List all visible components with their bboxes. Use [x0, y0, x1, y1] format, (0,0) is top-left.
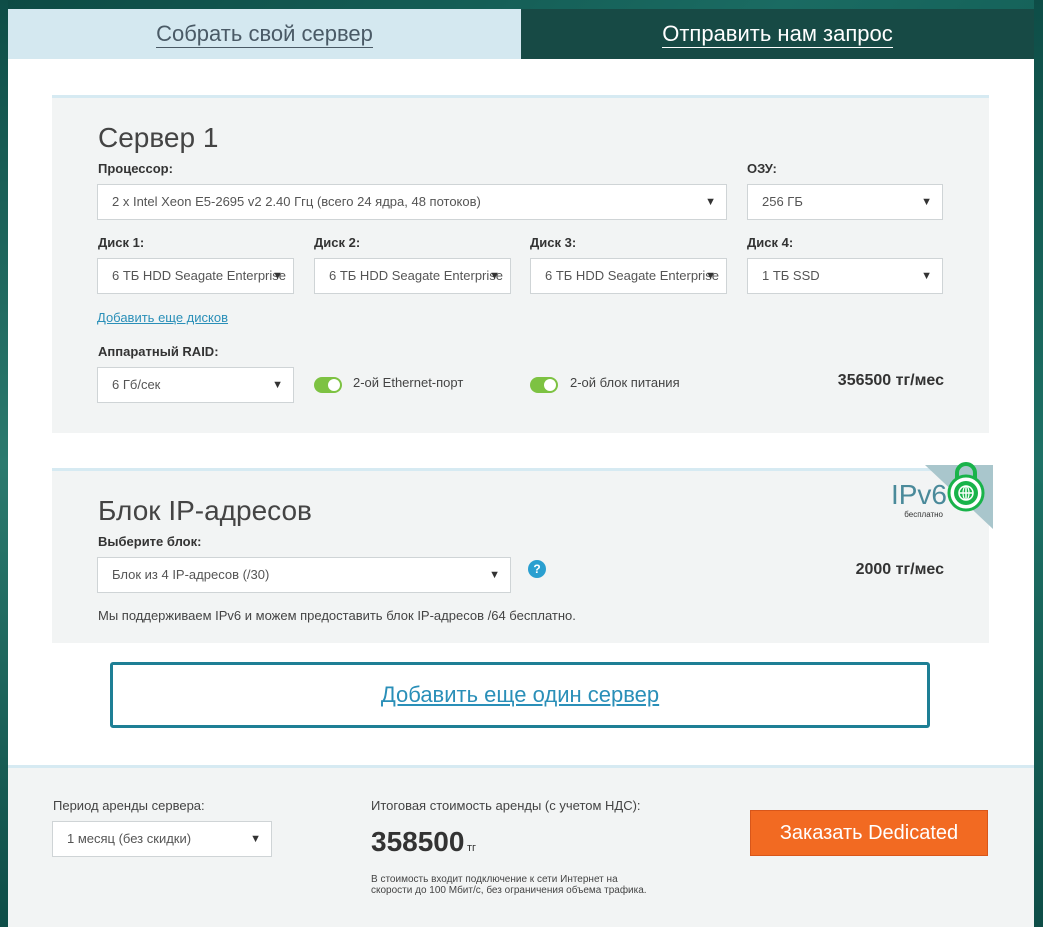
disk-4-select[interactable]: 1 ТБ SSD ▼: [747, 258, 943, 294]
power-supply-toggle-label: 2-ой блок питания: [570, 375, 680, 390]
rent-period-select-value: 1 месяц (без скидки): [67, 831, 192, 846]
ip-block-select[interactable]: Блок из 4 IP-адресов (/30) ▼: [97, 557, 511, 593]
total-unit: тг: [467, 842, 477, 854]
total-note: В стоимость входит подключение к сети Ин…: [371, 874, 647, 896]
total-label: Итоговая стоимость аренды (с учетом НДС)…: [371, 798, 641, 813]
disk-3-select[interactable]: 6 ТБ HDD Seagate Enterprise ▼: [530, 258, 727, 294]
chevron-down-icon: ▼: [250, 833, 261, 845]
ip-block-select-label: Выберите блок:: [98, 534, 202, 549]
disk-1-select[interactable]: 6 ТБ HDD Seagate Enterprise ▼: [97, 258, 294, 294]
disk-4-select-value: 1 ТБ SSD: [762, 268, 820, 283]
ip-block-panel: IPv6 бесплатно Блок IP-адресов Выберите …: [52, 462, 993, 643]
disk-2-select[interactable]: 6 ТБ HDD Seagate Enterprise ▼: [314, 258, 511, 294]
rent-period-label: Период аренды сервера:: [53, 798, 205, 813]
disk-3-label: Диск 3:: [530, 235, 577, 250]
chevron-down-icon: ▼: [921, 270, 932, 282]
chevron-down-icon: ▼: [272, 379, 283, 391]
ipv6-badge-text: IPv6: [890, 479, 947, 510]
background-edge-left: [0, 0, 8, 927]
order-footer: Период аренды сервера: 1 месяц (без скид…: [8, 765, 1034, 927]
chevron-down-icon: ▼: [705, 196, 716, 208]
background-edge-right: [1034, 0, 1043, 927]
disk-1-label: Диск 1:: [98, 235, 145, 250]
ipv6-note: Мы поддерживаем IPv6 и можем предоставит…: [98, 608, 576, 623]
order-dedicated-button-label: Заказать Dedicated: [779, 821, 959, 844]
ram-select-value: 256 ГБ: [762, 194, 803, 209]
add-disks-link[interactable]: Добавить еще дисков: [97, 310, 228, 325]
server-panel: Сервер 1 Процессор: 2 x Intel Xeon E5-26…: [52, 95, 989, 433]
chevron-down-icon: ▼: [705, 270, 716, 282]
chevron-down-icon: ▼: [489, 270, 500, 282]
disk-2-select-value: 6 ТБ HDD Seagate Enterprise: [329, 268, 503, 283]
cpu-select-value: 2 x Intel Xeon E5-2695 v2 2.40 Ггц (всег…: [112, 194, 481, 209]
server-title: Сервер 1: [98, 122, 219, 153]
disk-4-label: Диск 4:: [747, 235, 794, 250]
raid-select[interactable]: 6 Гб/сек ▼: [97, 367, 294, 403]
globe-lock-icon: [947, 462, 985, 512]
configurator-main: Сервер 1 Процессор: 2 x Intel Xeon E5-26…: [8, 59, 1034, 765]
chevron-down-icon: ▼: [272, 270, 283, 282]
raid-label: Аппаратный RAID:: [98, 344, 219, 359]
total-value: 358500: [371, 826, 465, 857]
tab-build-server[interactable]: Собрать свой сервер: [8, 9, 521, 69]
disk-1-select-value: 6 ТБ HDD Seagate Enterprise: [112, 268, 286, 283]
ipv6-badge-subtext: бесплатно: [904, 510, 943, 519]
ram-label: ОЗУ:: [747, 161, 777, 176]
tab-send-request[interactable]: Отправить нам запрос: [521, 9, 1034, 59]
disk-2-label: Диск 2:: [314, 235, 361, 250]
ethernet-toggle[interactable]: [314, 377, 342, 393]
raid-select-value: 6 Гб/сек: [112, 377, 161, 392]
order-dedicated-button[interactable]: Заказать Dedicated: [750, 810, 988, 856]
ipv6-badge: IPv6 бесплатно: [883, 462, 993, 529]
tab-build-server-label: Собрать свой сервер: [156, 20, 373, 48]
add-server-button[interactable]: Добавить еще один сервер: [110, 662, 930, 728]
cpu-select[interactable]: 2 x Intel Xeon E5-2695 v2 2.40 Ггц (всег…: [97, 184, 727, 220]
cpu-label: Процессор:: [98, 161, 173, 176]
add-server-button-label: Добавить еще один сервер: [380, 682, 660, 707]
ip-block-price: 2000 тг/мес: [855, 561, 944, 578]
rent-period-select[interactable]: 1 месяц (без скидки) ▼: [52, 821, 272, 857]
chevron-down-icon: ▼: [489, 569, 500, 581]
server-price: 356500 тг/мес: [837, 372, 944, 389]
tab-bar: Собрать свой сервер Отправить нам запрос: [8, 9, 1034, 69]
ip-block-select-value: Блок из 4 IP-адресов (/30): [112, 567, 270, 582]
ip-block-title: Блок IP-адресов: [98, 495, 312, 526]
power-supply-toggle[interactable]: [530, 377, 558, 393]
chevron-down-icon: ▼: [921, 196, 932, 208]
ethernet-toggle-label: 2-ой Ethernet-порт: [353, 375, 464, 390]
disk-3-select-value: 6 ТБ HDD Seagate Enterprise: [545, 268, 719, 283]
help-icon[interactable]: ?: [528, 560, 546, 578]
ram-select[interactable]: 256 ГБ ▼: [747, 184, 943, 220]
tab-send-request-label: Отправить нам запрос: [662, 20, 893, 48]
